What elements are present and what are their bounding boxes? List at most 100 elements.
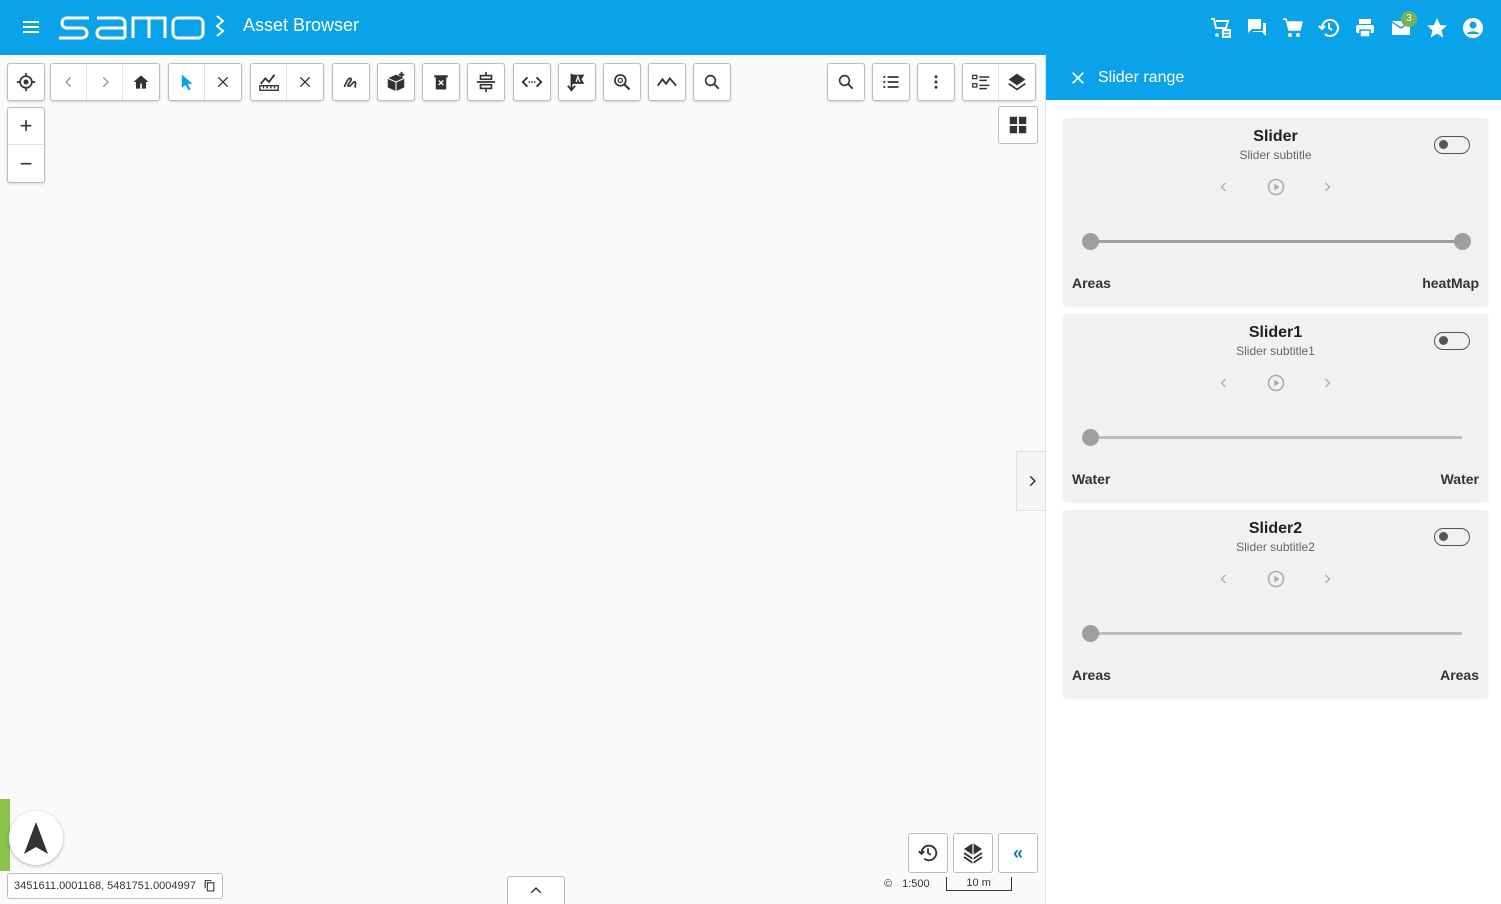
- account-icon[interactable]: [1455, 10, 1491, 46]
- app-title: Asset Browser: [243, 15, 360, 35]
- zoom-search-icon[interactable]: [604, 64, 640, 100]
- slider-card: Slider Slider subtitle Areas heatMap: [1063, 118, 1488, 305]
- layers-icon[interactable]: [999, 64, 1035, 100]
- panel-header: Slider range: [1046, 55, 1501, 100]
- history-icon[interactable]: [1311, 10, 1347, 46]
- previous-icon[interactable]: [1213, 568, 1235, 590]
- slider-range-panel: Slider range Slider Slider subtitle Area…: [1045, 55, 1501, 904]
- print-icon[interactable]: [1347, 10, 1383, 46]
- zoom-to-group: [603, 63, 641, 101]
- close-icon[interactable]: [1070, 70, 1086, 86]
- zoom-in-button[interactable]: +: [8, 108, 44, 145]
- slider-track[interactable]: [1090, 436, 1462, 439]
- locate-button[interactable]: [8, 64, 44, 100]
- zoom-control: + −: [7, 107, 45, 183]
- scale-bar: 10 m: [945, 877, 1012, 891]
- scale-ratio: 1:500: [902, 878, 930, 890]
- history-button[interactable]: [908, 833, 948, 873]
- slider-start-handle[interactable]: [1082, 233, 1099, 250]
- next-icon[interactable]: [1316, 372, 1338, 394]
- map-canvas[interactable]: + − 3451611.0001168, 5481751.0004997 « ©…: [0, 55, 1046, 904]
- mail-icon[interactable]: 3: [1383, 10, 1419, 46]
- copy-icon[interactable]: [203, 879, 216, 895]
- slider-end-label: Areas: [1440, 667, 1479, 683]
- coordinates-text: 3451611.0001168, 5481751.0004997: [14, 880, 196, 892]
- back-button[interactable]: [51, 64, 87, 100]
- more-vertical-icon[interactable]: [918, 64, 954, 100]
- search-icon[interactable]: [694, 64, 730, 100]
- slider-range-fill: [1090, 240, 1462, 243]
- measure-icon[interactable]: [251, 64, 287, 100]
- slider-start-handle[interactable]: [1082, 625, 1099, 642]
- legend-list-icon[interactable]: [963, 64, 999, 100]
- slider-playback-controls: [1213, 568, 1338, 590]
- forward-button[interactable]: [87, 64, 123, 100]
- panel-toggle-handle[interactable]: [1016, 451, 1046, 511]
- code-icon[interactable]: [514, 64, 550, 100]
- north-arrow-icon[interactable]: [9, 811, 63, 865]
- clear-selection-button[interactable]: [205, 64, 241, 100]
- slider-toggle[interactable]: [1434, 528, 1470, 546]
- flag-icon[interactable]: [559, 64, 595, 100]
- slider-title: Slider2: [1248, 520, 1303, 537]
- previous-icon[interactable]: [1213, 176, 1235, 198]
- search-icon[interactable]: [828, 64, 864, 100]
- bottom-drawer-toggle[interactable]: [507, 876, 565, 904]
- select-pointer-button[interactable]: [169, 64, 205, 100]
- legend-layers-group: [962, 63, 1036, 101]
- clear-measure-button[interactable]: [287, 64, 323, 100]
- collapse-double-chevron-icon[interactable]: «: [998, 833, 1038, 873]
- play-icon[interactable]: [1265, 372, 1287, 394]
- cart-list-icon[interactable]: [1203, 10, 1239, 46]
- code-group: [513, 63, 551, 101]
- star-icon[interactable]: [1419, 10, 1455, 46]
- navigation-group: [50, 63, 160, 101]
- previous-icon[interactable]: [1213, 372, 1235, 394]
- slider-toggle[interactable]: [1434, 332, 1470, 350]
- play-icon[interactable]: [1265, 176, 1287, 198]
- draw-freehand-icon[interactable]: [333, 64, 369, 100]
- profile-line-icon[interactable]: [649, 64, 685, 100]
- split-group: [467, 63, 505, 101]
- slider-card: Slider1 Slider subtitle1 Water Water: [1063, 314, 1488, 501]
- slider-start-label: Areas: [1072, 667, 1111, 683]
- slider-end-handle[interactable]: [1454, 233, 1471, 250]
- chat-icon[interactable]: [1239, 10, 1275, 46]
- next-icon[interactable]: [1316, 568, 1338, 590]
- panel-title: Slider range: [1098, 68, 1185, 86]
- play-icon[interactable]: [1265, 568, 1287, 590]
- cart-icon[interactable]: [1275, 10, 1311, 46]
- mail-badge: 3: [1401, 10, 1417, 27]
- list-icon[interactable]: [873, 64, 909, 100]
- draw-group: [332, 63, 370, 101]
- slider-track[interactable]: [1090, 632, 1462, 635]
- grid-view-icon[interactable]: [998, 106, 1038, 144]
- slider-start-label: Water: [1072, 471, 1111, 487]
- zoom-out-button[interactable]: −: [8, 145, 44, 182]
- next-icon[interactable]: [1316, 176, 1338, 198]
- home-button[interactable]: [123, 64, 159, 100]
- app-header: Asset Browser 3: [0, 0, 1501, 55]
- scale-info: © 1:500 10 m: [884, 877, 1012, 891]
- slider-playback-controls: [1213, 176, 1338, 198]
- slider-start-handle[interactable]: [1082, 429, 1099, 446]
- slider-title: Slider: [1253, 128, 1298, 145]
- right-search-group: [827, 63, 865, 101]
- layer-swipe-icon[interactable]: [953, 833, 993, 873]
- copyright-icon[interactable]: ©: [884, 878, 892, 890]
- locate-group: [7, 63, 45, 101]
- list-group: [872, 63, 910, 101]
- slider-end-label: Water: [1440, 471, 1479, 487]
- samo-logo: [57, 12, 232, 42]
- slider-card: Slider2 Slider subtitle2 Areas Areas: [1063, 510, 1488, 697]
- slider-title: Slider1: [1248, 324, 1303, 341]
- delete-icon[interactable]: [423, 64, 459, 100]
- add-box-icon[interactable]: [378, 64, 414, 100]
- slider-end-label: heatMap: [1422, 275, 1479, 291]
- add-feature-group: [377, 63, 415, 101]
- split-icon[interactable]: [468, 64, 504, 100]
- menu-icon[interactable]: [19, 15, 43, 39]
- measure-group: [250, 63, 324, 101]
- coordinate-readout: 3451611.0001168, 5481751.0004997: [7, 873, 223, 899]
- slider-toggle[interactable]: [1434, 136, 1470, 154]
